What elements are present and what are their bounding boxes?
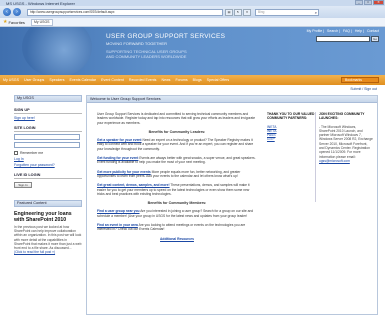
nav-item-special-offers[interactable]: Special Offers xyxy=(207,78,230,82)
partners-column: THANK YOU TO OUR VALUED COMMUNITY PARTNE… xyxy=(267,112,315,142)
nav-item-forums[interactable]: Forums xyxy=(175,78,187,82)
toplink-search[interactable]: Search xyxy=(327,29,338,33)
site-login-heading: SITE LOGIN xyxy=(14,126,82,132)
funding-paragraph: Get funding for your event Events are al… xyxy=(97,156,257,165)
additional-resources-link[interactable]: Additional Resources xyxy=(160,237,194,241)
globe-graphic xyxy=(22,27,92,75)
forward-button[interactable]: › xyxy=(13,8,21,16)
column-divider xyxy=(315,112,316,202)
star-icon: ★ xyxy=(3,19,8,25)
password-field[interactable] xyxy=(14,142,80,148)
header-toplinks: My Profile | Search | FAQ | Help | Conta… xyxy=(306,29,379,33)
leaders-heading: Benefits for Community Leaders: xyxy=(148,129,206,134)
address-bar-actions: ▤ ↻ ✕ xyxy=(225,8,252,16)
compat-icon[interactable]: ▤ xyxy=(225,8,233,16)
site-subline-2: AND COMMUNITY LEADERS WORLDWIDE xyxy=(106,54,187,59)
featured-body: In the previous post we looked at how Sh… xyxy=(14,225,82,251)
sidebar-title: My USGS xyxy=(14,95,82,102)
nav-item-events-calendar[interactable]: Events Calendar xyxy=(70,78,97,82)
search-icon[interactable]: ⌕ xyxy=(315,10,317,15)
main-title: Welcome to User Group Support Services xyxy=(87,96,377,103)
site-nav: My USGS User Groups Speakers Events Cale… xyxy=(0,75,385,85)
login-link[interactable]: Log In xyxy=(14,157,82,161)
remember-me-row: Remember me xyxy=(14,151,82,155)
partner-link[interactable]: GITP xyxy=(267,137,315,141)
username-field[interactable] xyxy=(14,134,80,140)
toplink-help[interactable]: Help xyxy=(355,29,362,33)
launches-text: - The Microsoft Windows, SharePoint 2010… xyxy=(319,124,373,159)
browser-search-input[interactable]: Bing ⌕ xyxy=(255,8,319,16)
welcome-content: User Group Support Services is dedicated… xyxy=(97,112,257,241)
additional-resources-row: Additional Resources xyxy=(97,237,257,241)
site-name: USER GROUP SUPPORT SERVICES xyxy=(106,33,226,40)
remember-me-label: Remember me xyxy=(20,151,44,155)
partners-list: INETA INETA PASS GITP xyxy=(267,125,315,142)
favorites-label: Favorites xyxy=(8,19,25,25)
favorites-button[interactable]: ★ Favorites xyxy=(3,19,25,25)
toplink-profile[interactable]: My Profile xyxy=(307,29,323,33)
nav-item-blogs[interactable]: Blogs xyxy=(193,78,202,82)
live-signin-button[interactable]: Sign In xyxy=(14,182,32,188)
launches-column: JOIN EXCITING COMMUNITY LAUNCHES: - The … xyxy=(319,112,373,163)
nav-item-speakers[interactable]: Speakers xyxy=(49,78,64,82)
featured-title: Featured Content xyxy=(14,200,82,207)
header-search-input[interactable] xyxy=(316,36,370,42)
submit-signout-link[interactable]: Submit / Sign out xyxy=(350,87,377,91)
launches-heading: JOIN EXCITING COMMUNITY LAUNCHES: xyxy=(319,112,365,121)
favorites-bar: ★ Favorites My USGS xyxy=(0,18,385,27)
nav-item-user-groups[interactable]: User Groups xyxy=(24,78,44,82)
event-paragraph: Find an event in your area Are you looki… xyxy=(97,223,257,232)
nav-item-recorded-events[interactable]: Recorded Events xyxy=(129,78,157,82)
header-search: Go xyxy=(316,36,379,42)
featured-more-link[interactable]: (Click to read the full post ») xyxy=(14,250,82,254)
members-heading: Benefits for Community Members: xyxy=(147,201,207,206)
nav-item-my-usgs[interactable]: My USGS xyxy=(3,78,19,82)
toplink-faq[interactable]: FAQ xyxy=(343,29,350,33)
partners-heading: THANK YOU TO OUR VALUED COMMUNITY PARTNE… xyxy=(267,112,315,121)
live-login-heading: LIVE ID LOGIN xyxy=(14,173,82,179)
site-tagline: MOVING FORWARD TOGETHER xyxy=(106,41,167,46)
featured-heading: Engineering your loans with SharePoint 2… xyxy=(14,211,72,223)
nav-item-news[interactable]: News xyxy=(161,78,170,82)
maximize-button[interactable]: □ xyxy=(364,0,372,5)
tab-my-usgs[interactable]: My USGS xyxy=(30,18,53,26)
address-bar[interactable]: http://www.usergroupsupportservices.com/… xyxy=(27,8,223,16)
minimize-button[interactable]: _ xyxy=(355,0,363,5)
publicity-paragraph: Get more publicity for your events More … xyxy=(97,170,257,179)
site-header: USER GROUP SUPPORT SERVICES MOVING FORWA… xyxy=(0,27,385,75)
group-paragraph: Find a user group near you Are you inter… xyxy=(97,209,257,218)
header-search-go[interactable]: Go xyxy=(371,36,379,42)
stop-icon[interactable]: ✕ xyxy=(243,8,251,16)
sidebar: My USGS SIGN UP Sign up here! SITE LOGIN… xyxy=(14,95,82,254)
intro-text: User Group Support Services is dedicated… xyxy=(97,112,256,125)
bookmarks-button[interactable]: Bookmarks xyxy=(341,77,379,83)
toplink-contact[interactable]: Contact xyxy=(367,29,379,33)
search-placeholder: Bing xyxy=(258,9,265,14)
browser-navbar: ‹ › http://www.usergroupsupportservices.… xyxy=(0,6,385,18)
window-title: MS USGS - Windows Internet Explorer xyxy=(6,0,75,6)
content-paragraph: Get great content, demos, samples, and m… xyxy=(97,183,257,196)
remember-me-checkbox[interactable] xyxy=(14,151,18,155)
sign-up-link[interactable]: Sign up here! xyxy=(14,116,82,120)
launches-email-link[interactable]: ugss@microsoft.com xyxy=(319,159,373,163)
forgot-password-link[interactable]: Forgotten your password? xyxy=(14,163,82,167)
refresh-icon[interactable]: ↻ xyxy=(234,8,242,16)
close-button[interactable]: ✕ xyxy=(373,0,384,5)
speaker-paragraph: Get a speaker for your event Need an exp… xyxy=(97,138,257,151)
main-panel: Welcome to User Group Support Services U… xyxy=(86,95,378,315)
back-button[interactable]: ‹ xyxy=(3,8,11,16)
site-brand: USER GROUP SUPPORT SERVICES MOVING FORWA… xyxy=(106,33,225,59)
sign-up-heading: SIGN UP xyxy=(14,108,82,114)
nav-item-event-content[interactable]: Event Content xyxy=(101,78,124,82)
